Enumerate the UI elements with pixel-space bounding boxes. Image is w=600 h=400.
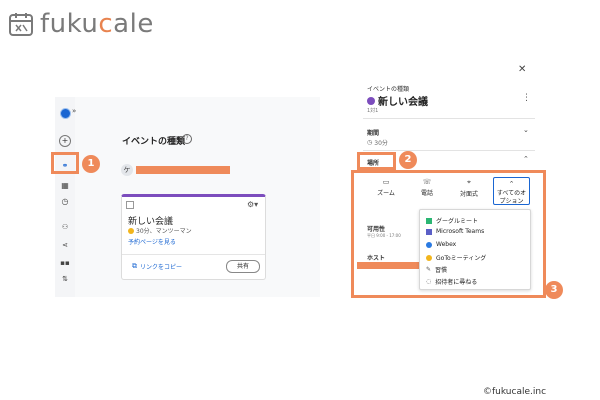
highlight-box-1 [51,152,79,174]
calendar-icon[interactable]: ▦ [59,179,71,191]
event-title: 新しい会議 [367,93,428,108]
nav-rail: » + ⚭ ▦ ◷ ⚇ ⋖ ▪▪ ⇅ [55,97,77,297]
copy-link-button[interactable]: ⧉ リンクをコピー [132,262,182,271]
calendar-logo-icon [9,13,33,36]
settings-icon[interactable]: ⇅ [59,273,71,285]
chevron-up-icon[interactable]: ⌃ [523,155,529,163]
card-divider [122,254,265,255]
logo-text: fukucale [40,9,154,39]
help-icon[interactable]: ? [182,134,192,144]
fukucale-logo: fukucale [8,8,154,40]
booking-page-link[interactable]: 予約ページを見る [128,237,176,246]
card-meta: 30分、マンツーマン [128,226,192,235]
collapse-icon[interactable]: » [72,107,76,115]
divider [363,118,535,119]
copyright-text: ©fukucale.inc [483,387,547,397]
event-color-dot [367,96,375,105]
card-checkbox[interactable] [126,201,134,209]
highlight-box-2 [357,152,396,170]
apps-icon[interactable]: ▪▪ [59,257,71,269]
event-sub: 1対1 [367,108,379,114]
duration-label: 期間 [367,130,380,137]
share-button[interactable]: 共有 [226,260,260,273]
step-badge-1: 1 [82,155,100,173]
redacted-name [136,166,230,174]
step-badge-2: 2 [399,151,417,169]
more-options-icon[interactable]: ⋮ [522,93,531,103]
gear-icon[interactable]: ⚙▾ [247,200,258,209]
close-icon[interactable]: ✕ [518,64,526,75]
step-badge-3: 3 [545,281,563,299]
page-title: イベントの種類 [122,137,186,147]
copy-icon: ⧉ [132,262,137,270]
clock-icon: ◷ [367,139,373,146]
highlight-box-3 [351,170,546,298]
people-icon[interactable]: ⚇ [59,221,71,233]
divider [363,150,535,151]
clock-icon [128,227,134,234]
chevron-down-icon[interactable]: ⌄ [523,126,529,134]
duration-value: ◷ 30分 [367,139,388,147]
share-icon[interactable]: ⋖ [59,239,71,251]
clock-icon[interactable]: ◷ [59,195,71,207]
avatar-icon[interactable] [59,107,71,119]
event-type-label: イベントの種類 [367,86,410,93]
plus-icon[interactable]: + [59,135,71,147]
user-avatar[interactable]: ケ [121,164,133,176]
